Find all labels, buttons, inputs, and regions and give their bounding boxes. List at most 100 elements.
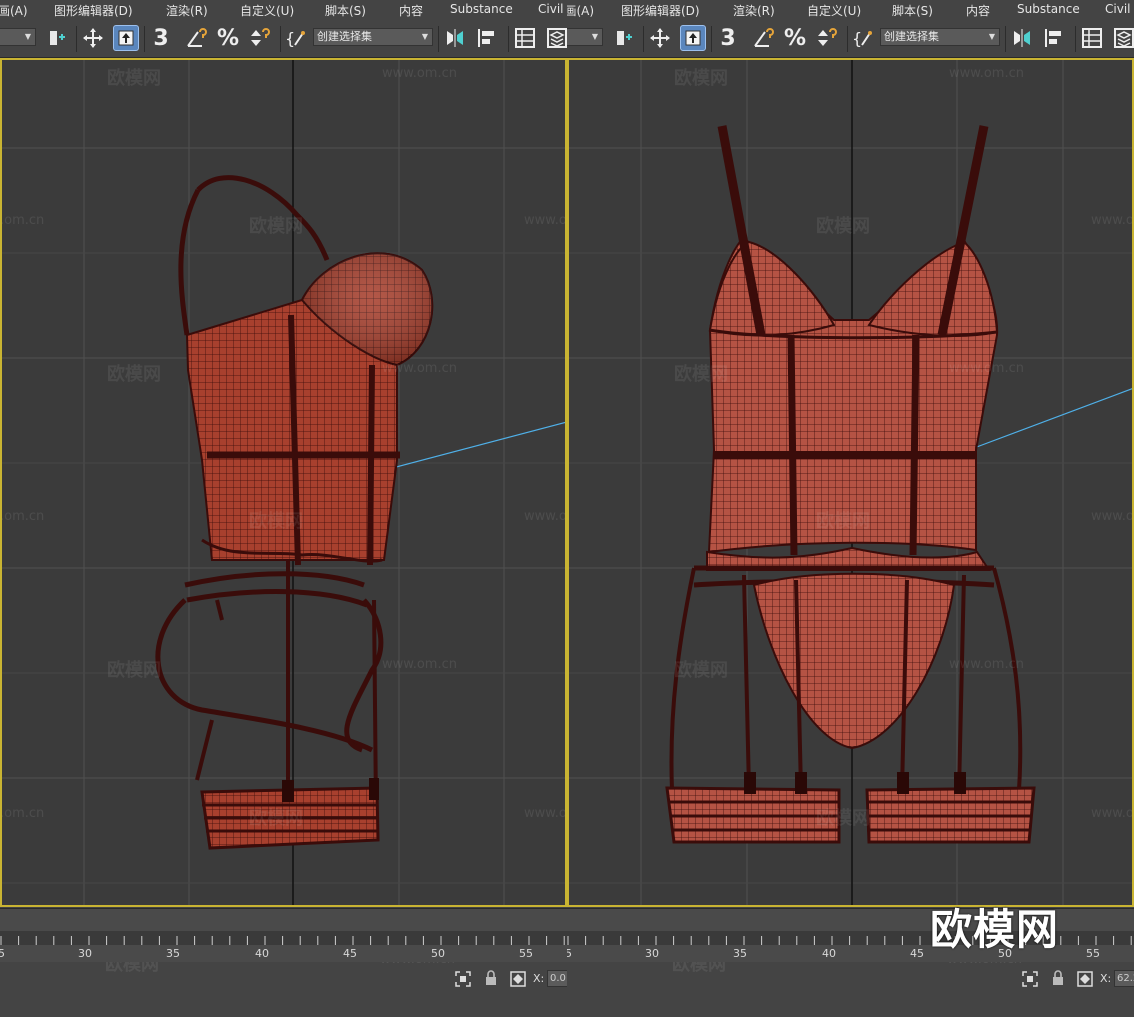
timeline-tick-label: 55 — [1086, 947, 1100, 960]
timeline-tick-label: 5 — [567, 947, 572, 960]
mirror-icon[interactable] — [1009, 25, 1035, 51]
spinner-snap-icon[interactable] — [246, 25, 272, 51]
watermark-text: 欧模网 — [107, 68, 161, 89]
menu-item-rendering[interactable]: 渲染(R) — [166, 2, 208, 19]
menu-item-content[interactable]: 内容 — [399, 2, 423, 19]
chevron-down-icon: ▼ — [988, 32, 995, 41]
move-icon[interactable] — [80, 25, 106, 51]
watermark-text: 欧模网 — [249, 216, 303, 237]
timeline-tick-label: 35 — [733, 947, 747, 960]
watermark-url: www.om.cn — [1091, 509, 1134, 524]
menu-item-rendering[interactable]: 渲染(R) — [733, 2, 775, 19]
angle-snap-icon[interactable] — [183, 25, 209, 51]
viewport-left[interactable]: 欧模网 www.om.cn .om.cn 欧模网 www.om.cn 欧模网 w… — [0, 58, 567, 907]
select-object-icon[interactable] — [680, 25, 706, 51]
move-icon[interactable] — [647, 25, 673, 51]
x-coordinate-label: X: — [1100, 972, 1112, 985]
edit-named-selection-icon[interactable]: { — [284, 25, 310, 51]
x-coordinate-field[interactable]: 0.0 — [547, 970, 567, 987]
watermark-url: .om.cn — [0, 213, 45, 228]
watermark-url: www.om.cn — [524, 806, 567, 821]
align-icon[interactable] — [1041, 25, 1067, 51]
menu-item-scripting[interactable]: 脚本(S) — [892, 2, 933, 19]
menu-bar-right: Civil画(A) 图形编辑器(D) 渲染(R) 自定义(U) 脚本(S) 内容… — [567, 0, 1134, 20]
menu-item-civil[interactable]: Civil — [538, 2, 563, 16]
layer-explorer-icon[interactable] — [544, 25, 567, 51]
svg-text:{: { — [285, 29, 295, 48]
selection-filter-dropdown[interactable]: ▼ — [0, 28, 36, 46]
edit-named-selection-icon[interactable]: { — [851, 25, 877, 51]
menu-item-customize[interactable]: 自定义(U) — [240, 2, 294, 19]
menu-item-animation[interactable]: Civil画(A) — [567, 2, 594, 19]
lock-icon[interactable] — [484, 970, 498, 986]
percent-snap-icon[interactable]: % — [215, 25, 241, 51]
snaps-toggle-icon[interactable]: 3 — [715, 25, 741, 51]
angle-snap-icon[interactable] — [750, 25, 776, 51]
watermark-text: 欧模网 — [674, 660, 728, 681]
watermark-text: 欧模网 — [107, 364, 161, 385]
menu-bar-left: 画(A) 图形编辑器(D) 渲染(R) 自定义(U) 脚本(S) 内容 Subs… — [0, 0, 567, 20]
timeline-tick-label: 45 — [910, 947, 924, 960]
named-selection-dropdown[interactable]: 创建选择集 ▼ — [880, 28, 1000, 46]
menu-item-scripting[interactable]: 脚本(S) — [325, 2, 366, 19]
menu-item-content[interactable]: 内容 — [966, 2, 990, 19]
watermark-url: www.om.cn — [382, 361, 457, 376]
menu-item-substance[interactable]: Substance — [450, 2, 513, 16]
select-link-icon[interactable] — [44, 25, 70, 51]
menu-item-substance[interactable]: Substance — [1017, 2, 1080, 16]
timeline-tick-label: 30 — [78, 947, 92, 960]
absolute-mode-icon[interactable] — [510, 971, 526, 987]
watermark-text: 欧模网 — [674, 364, 728, 385]
isolate-selection-icon[interactable] — [455, 971, 471, 987]
select-link-icon[interactable] — [611, 25, 637, 51]
viewport-right[interactable]: 欧模网 www.om.cn 欧模网 www.om.cn 欧模网 www.om.c… — [567, 58, 1134, 907]
watermark-url: www.om.cn — [524, 213, 567, 228]
align-icon[interactable] — [474, 25, 500, 51]
status-bar-right: X: 62.2 — [567, 962, 1134, 1017]
selection-filter-dropdown[interactable]: ▼ — [567, 28, 603, 46]
select-object-icon[interactable] — [113, 25, 139, 51]
menu-item-customize[interactable]: 自定义(U) — [807, 2, 861, 19]
watermark-url: www.om.cn — [524, 509, 567, 524]
isolate-selection-icon[interactable] — [1022, 971, 1038, 987]
watermark-text: 欧模网 — [674, 68, 728, 89]
status-bar: 欧模网 www.om.cn 欧模网 www.om.cn X: 0.0 X: 62… — [0, 962, 1134, 1017]
absolute-mode-icon[interactable] — [1077, 971, 1093, 987]
toolbar-divider — [711, 26, 712, 52]
timeline-tick-label: 50 — [431, 947, 445, 960]
logo-watermark: 欧模网 — [930, 905, 1060, 954]
lock-icon[interactable] — [1051, 970, 1065, 986]
scene-explorer-icon[interactable] — [512, 25, 538, 51]
watermark-url: www.om.cn — [949, 361, 1024, 376]
timeline-tick-label: 5 — [0, 947, 5, 960]
menu-item-civil[interactable]: Civil — [1105, 2, 1130, 16]
toolbar-divider — [847, 26, 848, 52]
viewport-right-canvas — [569, 60, 1132, 905]
scene-explorer-icon[interactable] — [1079, 25, 1105, 51]
watermark-url: www.om.cn — [949, 657, 1024, 672]
spinner-snap-icon[interactable] — [813, 25, 839, 51]
named-selection-dropdown[interactable]: 创建选择集 ▼ — [313, 28, 433, 46]
timeline-tick-label: 45 — [343, 947, 357, 960]
named-selection-value: 创建选择集 — [884, 30, 939, 43]
timeline-tick-label: 55 — [519, 947, 533, 960]
timeline-tick-label: 40 — [255, 947, 269, 960]
x-coordinate-field[interactable]: 62.2 — [1114, 970, 1134, 987]
timeline-tick-label: 35 — [166, 947, 180, 960]
menu-item-graph-editors[interactable]: 图形编辑器(D) — [54, 2, 133, 19]
toolbar-divider — [144, 26, 145, 52]
mirror-icon[interactable] — [442, 25, 468, 51]
snaps-toggle-icon[interactable]: 3 — [148, 25, 174, 51]
watermark-url: www.om.cn — [382, 657, 457, 672]
toolbar-divider — [438, 26, 439, 52]
chevron-down-icon: ▼ — [24, 32, 31, 41]
toolbar-divider — [643, 26, 644, 52]
layer-explorer-icon[interactable] — [1111, 25, 1134, 51]
menu-item-graph-editors[interactable]: 图形编辑器(D) — [621, 2, 700, 19]
watermark-url: www.om.cn — [1091, 806, 1134, 821]
percent-snap-icon[interactable]: % — [782, 25, 808, 51]
menu-item-animation[interactable]: 画(A) — [0, 2, 28, 19]
toolbar-divider — [1075, 26, 1076, 52]
watermark-text: 欧模网 — [249, 808, 303, 829]
timeline-left[interactable]: 5 30 35 40 45 50 55 — [0, 909, 567, 963]
